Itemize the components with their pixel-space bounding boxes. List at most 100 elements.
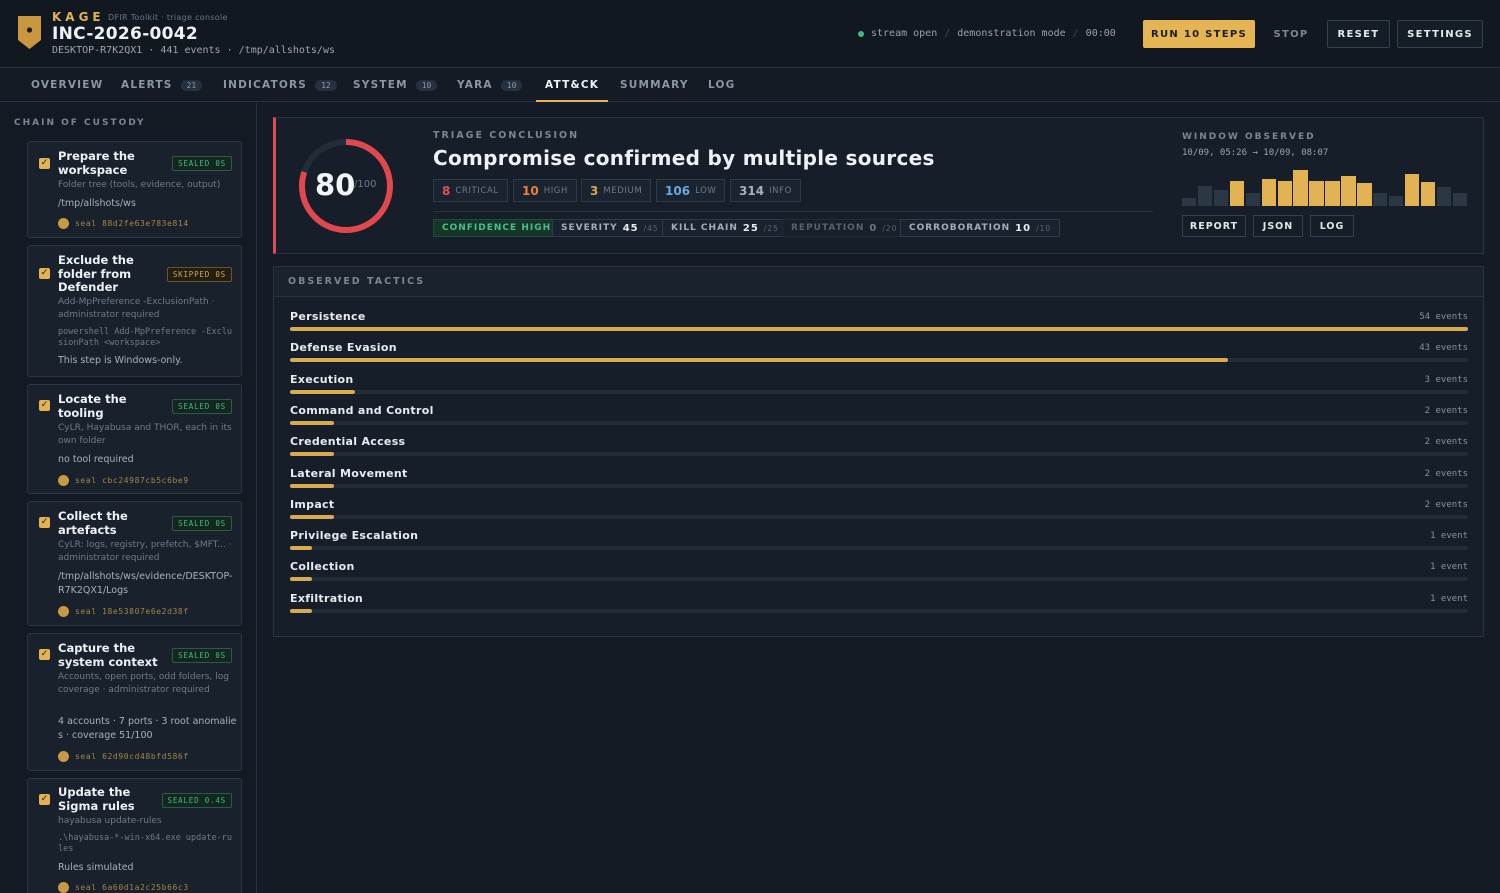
tab-summary[interactable]: SUMMARY	[620, 68, 689, 102]
tactic-bar-track	[290, 389, 1468, 394]
histogram-bar	[1182, 198, 1197, 206]
reset-button[interactable]: RESET	[1327, 20, 1390, 48]
histogram-bar	[1309, 180, 1324, 206]
step-card[interactable]: ✓ Capture the system context SEALED 0S A…	[27, 633, 242, 771]
stream-status: stream open / demonstration mode / 00:00	[858, 28, 1116, 39]
step-output: /tmp/allshots/ws/evidence/DESKTOP-R7K2QX…	[58, 571, 233, 596]
tactic-count: 43 events	[1419, 343, 1468, 354]
tactic-bar-track	[290, 358, 1468, 363]
checkbox-checked-icon[interactable]: ✓	[39, 400, 50, 411]
step-command: .\hayabusa-*-win-x64.exe update-rules	[58, 833, 232, 854]
tactic-bar-track	[290, 420, 1468, 425]
histogram-bar	[1388, 195, 1404, 206]
step-description: Add-MpPreference -ExclusionPath · admini…	[58, 297, 215, 320]
metric-severity: SEVERITY 45/45	[552, 219, 668, 237]
window-range: 10/09, 05:26 → 10/09, 08:07	[1182, 148, 1329, 158]
checkbox-checked-icon[interactable]: ✓	[39, 268, 50, 279]
chain-of-custody-sidebar: CHAIN OF CUSTODY ✓ Prepare the workspace…	[0, 103, 257, 893]
status-badge: SEALED 0S	[172, 648, 232, 663]
histogram-bar	[1245, 193, 1261, 206]
event-histogram	[1182, 164, 1468, 206]
stream-state: stream open	[871, 28, 938, 39]
tab-indicators[interactable]: INDICATORS 12	[223, 68, 337, 102]
tab-overview[interactable]: OVERVIEW	[31, 68, 103, 102]
step-title: Locate the tooling	[58, 392, 127, 420]
tactic-row[interactable]: Privilege Escalation 1 event	[290, 529, 1468, 559]
tactic-row[interactable]: Execution 3 events	[290, 373, 1468, 403]
step-card[interactable]: ✓ Update the Sigma rules SEALED 0.4S hay…	[27, 778, 242, 893]
checkbox-checked-icon[interactable]: ✓	[39, 158, 50, 169]
seal-icon	[58, 606, 69, 617]
status-badge: SKIPPED 0S	[166, 267, 232, 282]
tactic-row[interactable]: Persistence 54 events	[290, 310, 1468, 340]
tactic-bar-fill	[290, 452, 334, 457]
step-title: Prepare the workspace	[58, 149, 135, 177]
status-badge: SEALED 0S	[172, 399, 232, 414]
step-title: Exclude the folder from Defender	[58, 253, 134, 294]
tactic-row[interactable]: Impact 2 events	[290, 498, 1468, 528]
seal-hash: seal cbc24987cb5c6be9	[58, 475, 189, 486]
metric-reputation: REPUTATION 0/20	[782, 219, 907, 237]
checkbox-checked-icon[interactable]: ✓	[39, 649, 50, 660]
tactic-name: Command and Control	[290, 403, 434, 417]
tactic-row[interactable]: Command and Control 2 events	[290, 404, 1468, 434]
tab-log[interactable]: LOG	[708, 68, 735, 102]
step-output: 4 accounts · 7 ports · 3 root anomalies …	[58, 716, 237, 741]
severity-info[interactable]: 314 INFO	[730, 179, 801, 202]
tactic-row[interactable]: Collection 1 event	[290, 560, 1468, 590]
tactic-bar-fill	[290, 327, 1468, 331]
histogram-bar	[1229, 180, 1245, 206]
tactic-bar-fill	[290, 546, 312, 551]
tactic-row[interactable]: Exfiltration 1 event	[290, 592, 1468, 622]
tactic-row[interactable]: Lateral Movement 2 events	[290, 467, 1468, 497]
tactic-bar-fill	[290, 514, 334, 519]
seal-hash: seal 62d90cd48bfd586f	[58, 751, 189, 762]
triage-conclusion-panel: 80 /100 TRIAGE CONCLUSION Compromise con…	[273, 117, 1484, 254]
status-badge: SEALED 0.4S	[161, 793, 232, 808]
tactic-row[interactable]: Credential Access 2 events	[290, 435, 1468, 465]
tactic-count: 1 event	[1430, 531, 1468, 542]
severity-high[interactable]: 10 HIGH	[513, 179, 577, 202]
step-card[interactable]: ✓ Prepare the workspace SEALED 0S Folder…	[27, 141, 242, 238]
metric-corroboration: CORROBORATION 10/10	[900, 219, 1061, 237]
tactic-bar-track	[290, 514, 1468, 519]
tactic-bar-track	[290, 483, 1468, 488]
tab-attack[interactable]: ATT&CK	[535, 68, 609, 102]
settings-button[interactable]: SETTINGS	[1397, 20, 1483, 48]
histogram-bar	[1277, 180, 1292, 206]
seal-hash: seal 6a60d1a2c25b66c3	[58, 882, 189, 893]
brand-subtitle: DFIR Toolkit · triage console	[108, 13, 228, 22]
step-card[interactable]: ✓ Collect the artefacts SEALED 0S CyLR: …	[27, 501, 242, 626]
severity-critical[interactable]: 8 CRITICAL	[433, 179, 508, 202]
step-card[interactable]: ✓ Exclude the folder from Defender SKIPP…	[27, 245, 242, 377]
incident-id: INC-2026-0042	[52, 24, 199, 44]
severity-low[interactable]: 106 LOW	[656, 179, 726, 202]
seal-hash: seal 88d2fe63e783e814	[58, 218, 189, 229]
json-button[interactable]: JSON	[1253, 215, 1303, 237]
log-button[interactable]: LOG	[1310, 215, 1354, 237]
histogram-bar	[1293, 170, 1308, 206]
tactic-bar-fill	[290, 608, 312, 613]
tactic-bar-fill	[290, 358, 1229, 363]
tactic-bar-fill	[290, 577, 312, 582]
tab-alerts[interactable]: ALERTS 21	[121, 68, 203, 102]
histogram-bar	[1197, 186, 1213, 206]
step-card[interactable]: ✓ Locate the tooling SEALED 0S CyLR, Hay…	[27, 384, 242, 494]
checkbox-checked-icon[interactable]: ✓	[39, 794, 50, 805]
tab-system[interactable]: SYSTEM 10	[353, 68, 438, 102]
tactic-count: 1 event	[1430, 593, 1468, 604]
histogram-bar	[1341, 175, 1356, 206]
tactic-name: Persistence	[290, 310, 366, 323]
confidence-badge: CONFIDENCE HIGH	[433, 219, 561, 237]
run-steps-button[interactable]: RUN 10 STEPS	[1143, 20, 1255, 48]
checkbox-checked-icon[interactable]: ✓	[39, 517, 50, 528]
elapsed-timer: 00:00	[1085, 28, 1116, 39]
tab-yara[interactable]: YARA 10	[457, 68, 523, 102]
tactic-name: Impact	[290, 497, 335, 511]
severity-medium[interactable]: 3 MEDIUM	[581, 179, 652, 202]
histogram-bar	[1325, 180, 1340, 206]
report-button[interactable]: REPORT	[1182, 215, 1246, 237]
stop-button[interactable]: STOP	[1262, 20, 1320, 48]
tactic-row[interactable]: Defense Evasion 43 events	[290, 341, 1468, 371]
tactic-name: Lateral Movement	[290, 466, 408, 480]
